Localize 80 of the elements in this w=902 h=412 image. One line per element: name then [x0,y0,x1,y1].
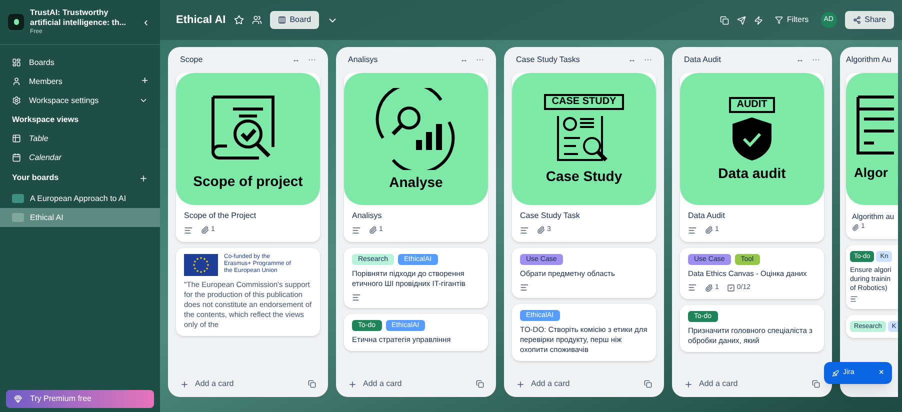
plus-icon [516,380,525,388]
columns-icon [278,16,286,24]
cover-caption: Analyse [389,174,443,190]
card-title: Analisys [352,211,383,221]
close-button[interactable]: × [878,366,884,380]
collapse-list-button[interactable]: ↔ [628,54,636,66]
filter-icon [774,16,783,24]
sidebar-item[interactable]: Boards [29,56,148,68]
paperclip-icon [537,226,545,234]
calendar-icon [12,153,21,162]
section-title: Workspace views [11,114,80,126]
template-icon[interactable] [812,380,820,388]
card[interactable] [176,248,320,336]
paperclip-icon [369,226,377,234]
share-icon [852,16,861,24]
collapse-list-button[interactable]: ↔ [460,54,468,66]
plus-icon [684,380,693,388]
plus-icon [180,380,189,388]
sidebar-item[interactable]: Calendar [29,152,62,164]
people-icon[interactable] [252,15,262,25]
star-icon[interactable] [234,15,244,25]
add-card-button[interactable]: Add a card [516,378,644,390]
workspace-name: TrustAI: Trustworthy artificial intelligence: th... [30,8,128,28]
list-title: Analisys [348,54,379,66]
view-button[interactable]: Board [270,11,320,29]
share-button[interactable]: Share [844,11,894,29]
list-menu-button[interactable]: ··· [812,54,820,66]
list-menu-button[interactable]: ··· [308,54,316,66]
template-icon[interactable] [308,380,316,388]
premium-button[interactable]: Try Premium free [6,390,154,408]
sidebar-item[interactable]: Table [29,132,48,144]
list-title: Data Audit [684,54,722,66]
sidebar-item[interactable]: Workspace settings [29,94,131,106]
cover-caption: Case Study [546,168,622,184]
collapse-list-button[interactable]: ↔ [292,54,300,66]
board-item[interactable]: A European Approach to AI [0,189,160,208]
add-icon [139,174,148,182]
list-title: Algorithm Au [846,54,892,66]
paperclip-icon [201,226,209,234]
template-icon[interactable] [644,380,652,388]
collapse-list-button[interactable]: ↔ [796,54,804,66]
checkbox-icon [726,284,735,292]
add-card-button[interactable]: Add a card [180,378,308,390]
card-title: Scope of the Project [184,211,258,221]
list-menu-button[interactable]: ··· [476,54,484,66]
table-icon [12,134,21,143]
cover-caption: Algor [854,164,888,182]
add-card-button[interactable]: Add a card [684,378,812,390]
cover-sign: AUDIT [728,97,776,113]
lightning-icon[interactable] [754,16,763,24]
section-title: Your boards [12,172,60,184]
add-button[interactable]: + [142,76,148,87]
gem-icon [14,395,22,403]
board-item[interactable]: Ethical AI [0,208,160,227]
cover-sign: CASE STUDY [544,94,624,110]
list-title: Case Study Tasks [516,54,581,66]
paper-plane-icon[interactable] [736,16,746,24]
paperclip-icon [705,284,713,292]
boards-icon [12,58,21,67]
list-menu-button[interactable]: ··· [644,54,652,66]
list-title: Scope [180,54,204,66]
rocket-icon [832,370,839,376]
card-title: Data Audit [688,211,726,221]
workspace-logo-icon [8,14,24,30]
board-title: Ethical AI [176,12,226,28]
add-card-button[interactable]: Add a card [348,378,476,390]
settings-icon [12,96,21,105]
sidebar-item[interactable]: Members [29,76,134,88]
collapse-sidebar-button[interactable]: ‹ [140,16,152,28]
cover-caption: Data audit [718,165,786,181]
plus-icon [348,380,357,388]
eu-flag-icon [184,254,218,276]
person-icon [12,77,21,86]
card-icon[interactable] [720,16,729,24]
cover-caption: Scope of project [193,173,303,189]
template-icon[interactable] [476,380,484,388]
paperclip-icon [705,226,713,234]
chevron-down-icon[interactable] [139,96,148,105]
card-title: Case Study Task [520,211,581,221]
filters-button[interactable]: Filters [770,14,813,26]
